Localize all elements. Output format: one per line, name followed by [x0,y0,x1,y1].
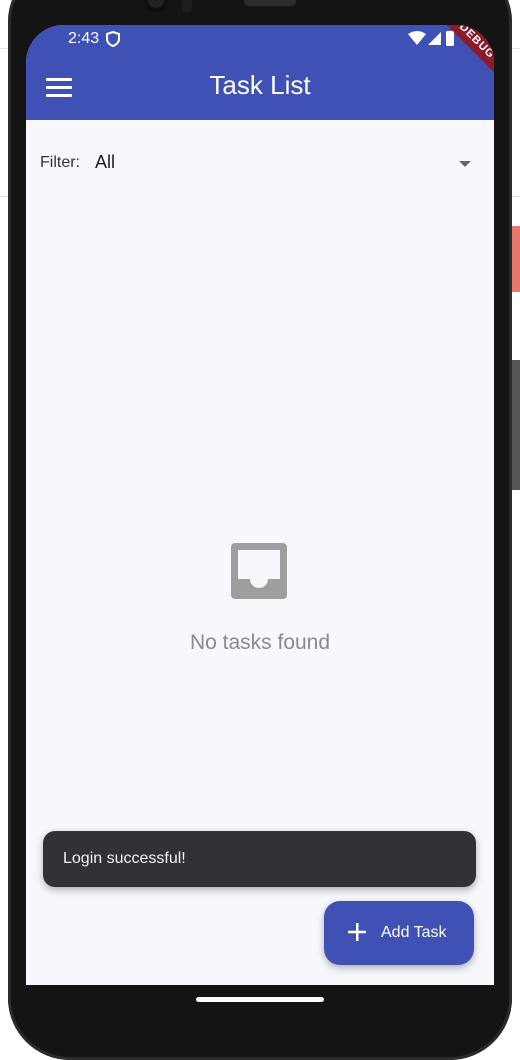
status-icons [408,31,454,46]
filter-label: Filter: [40,154,80,171]
shield-icon [106,31,120,47]
desktop-side-tab [511,226,520,292]
app-bar: 2:43 Task List [26,25,494,120]
proximity-sensor [182,0,192,12]
app-screen: 2:43 Task List DEBUG Filter: All No task… [26,25,494,1015]
status-time: 2:43 [68,30,100,47]
dropdown-arrow-icon[interactable] [459,161,471,167]
add-task-button[interactable]: Add Task [324,901,474,965]
empty-state-message: No tasks found [189,631,331,654]
snackbar-message: Login successful! [63,850,186,867]
plus-icon [348,923,366,941]
front-camera [144,0,168,12]
snackbar: Login successful! [43,831,476,887]
signal-icon [428,32,441,45]
wifi-icon [408,31,426,45]
home-indicator[interactable] [196,997,324,1002]
battery-icon [446,31,454,46]
filter-selected-value[interactable]: All [95,152,115,173]
add-task-label: Add Task [381,924,447,941]
inbox-icon [231,543,287,599]
page-title: Task List [209,70,311,100]
desktop-side-strip [511,360,520,490]
earpiece-speaker [244,0,296,6]
